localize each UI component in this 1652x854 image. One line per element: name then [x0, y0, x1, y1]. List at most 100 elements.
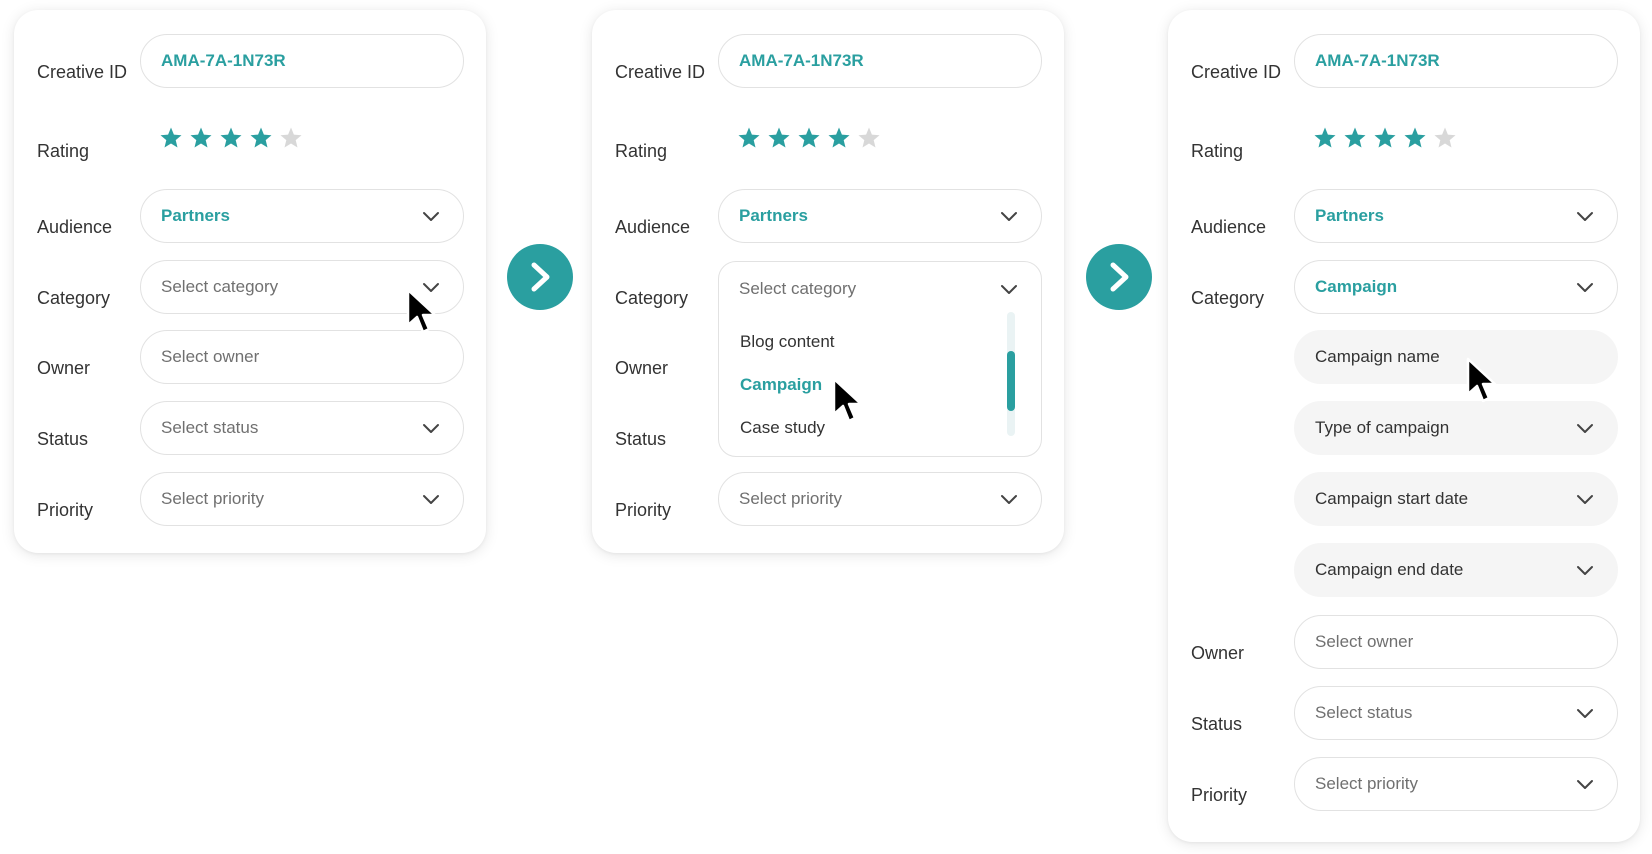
stage: Creative ID AMA-7A-1N73R Rating Audience…	[0, 0, 1652, 854]
chevron-right-icon	[525, 260, 555, 294]
creative-id-field[interactable]: AMA-7A-1N73R	[718, 34, 1042, 88]
form-panel-step-1: Creative ID AMA-7A-1N73R Rating Audience…	[14, 10, 486, 553]
category-label: Category	[1191, 288, 1265, 308]
mouse-cursor-icon	[405, 287, 439, 337]
category-label: Category	[37, 288, 111, 308]
category-option-blog-content[interactable]: Blog content	[740, 332, 835, 352]
owner-label: Owner	[1191, 643, 1245, 663]
audience-value: Partners	[1315, 206, 1384, 225]
chevron-down-icon	[999, 491, 1019, 507]
category-select[interactable]: Campaign	[1294, 260, 1618, 314]
creative-id-value: AMA-7A-1N73R	[1315, 51, 1440, 70]
rating-label: Rating	[1191, 141, 1244, 161]
chevron-down-icon	[421, 491, 441, 507]
audience-label: Audience	[615, 217, 691, 237]
audience-value: Partners	[161, 206, 230, 225]
chevron-down-icon	[421, 420, 441, 436]
next-step-arrow	[1086, 244, 1152, 310]
chevron-down-icon	[999, 208, 1019, 224]
status-label: Status	[1191, 714, 1243, 734]
campaign-type-select[interactable]: Type of campaign	[1294, 401, 1618, 455]
audience-value: Partners	[739, 206, 808, 225]
owner-input[interactable]: Select owner	[140, 330, 464, 384]
owner-input[interactable]: Select owner	[1294, 615, 1618, 669]
campaign-start-placeholder: Campaign start date	[1315, 489, 1469, 508]
chevron-down-icon	[1575, 208, 1595, 224]
priority-placeholder: Select priority	[161, 489, 264, 508]
chevron-down-icon	[999, 281, 1019, 297]
star-filled-icon[interactable]	[767, 126, 791, 150]
category-label: Category	[615, 288, 689, 308]
campaign-end-date-select[interactable]: Campaign end date	[1294, 543, 1618, 597]
priority-select[interactable]: Select priority	[140, 472, 464, 526]
star-empty-icon[interactable]	[1433, 126, 1457, 150]
audience-select[interactable]: Partners	[1294, 189, 1618, 243]
star-filled-icon[interactable]	[1313, 126, 1337, 150]
star-filled-icon[interactable]	[159, 126, 183, 150]
star-filled-icon[interactable]	[797, 126, 821, 150]
audience-label: Audience	[37, 217, 113, 237]
priority-placeholder: Select priority	[1315, 774, 1418, 793]
chevron-down-icon	[1575, 420, 1595, 436]
chevron-down-icon	[1575, 279, 1595, 295]
mouse-cursor-icon	[1465, 356, 1499, 406]
rating-label: Rating	[615, 141, 668, 161]
owner-label: Owner	[37, 358, 91, 378]
campaign-name-input[interactable]: Campaign name	[1294, 330, 1618, 384]
rating-stars[interactable]	[1313, 126, 1457, 150]
star-filled-icon[interactable]	[737, 126, 761, 150]
status-select[interactable]: Select status	[1294, 686, 1618, 740]
campaign-name-placeholder: Campaign name	[1315, 347, 1440, 366]
owner-label: Owner	[615, 358, 669, 378]
priority-placeholder: Select priority	[739, 489, 842, 508]
rating-stars[interactable]	[737, 126, 881, 150]
campaign-end-placeholder: Campaign end date	[1315, 560, 1464, 579]
chevron-right-icon	[1104, 260, 1134, 294]
creative-id-label: Creative ID	[615, 62, 706, 82]
owner-placeholder: Select owner	[161, 347, 260, 366]
audience-label: Audience	[1191, 217, 1267, 237]
star-filled-icon[interactable]	[189, 126, 213, 150]
star-empty-icon[interactable]	[279, 126, 303, 150]
star-filled-icon[interactable]	[219, 126, 243, 150]
priority-select[interactable]: Select priority	[718, 472, 1042, 526]
owner-placeholder: Select owner	[1315, 632, 1414, 651]
audience-select[interactable]: Partners	[718, 189, 1042, 243]
chevron-down-icon	[1575, 562, 1595, 578]
star-filled-icon[interactable]	[1373, 126, 1397, 150]
star-filled-icon[interactable]	[249, 126, 273, 150]
star-filled-icon[interactable]	[1403, 126, 1427, 150]
creative-id-field[interactable]: AMA-7A-1N73R	[1294, 34, 1618, 88]
creative-id-value: AMA-7A-1N73R	[161, 51, 286, 70]
category-value: Campaign	[1315, 277, 1398, 296]
dropdown-scroll-thumb[interactable]	[1007, 351, 1015, 411]
creative-id-label: Creative ID	[37, 62, 128, 82]
category-placeholder: Select category	[161, 277, 279, 296]
campaign-start-date-select[interactable]: Campaign start date	[1294, 472, 1618, 526]
status-label: Status	[615, 429, 667, 449]
creative-id-value: AMA-7A-1N73R	[739, 51, 864, 70]
star-empty-icon[interactable]	[857, 126, 881, 150]
mouse-cursor-icon	[831, 376, 865, 426]
creative-id-label: Creative ID	[1191, 62, 1282, 82]
status-label: Status	[37, 429, 89, 449]
star-filled-icon[interactable]	[827, 126, 851, 150]
category-option-campaign[interactable]: Campaign	[740, 375, 822, 395]
audience-select[interactable]: Partners	[140, 189, 464, 243]
rating-label: Rating	[37, 141, 90, 161]
status-select[interactable]: Select status	[140, 401, 464, 455]
category-dropdown-open[interactable]: Select category Blog content Campaign Ca…	[718, 261, 1042, 457]
campaign-type-placeholder: Type of campaign	[1315, 418, 1450, 437]
form-panel-step-3: Creative ID AMA-7A-1N73R Rating Audience…	[1168, 10, 1640, 842]
category-option-case-study[interactable]: Case study	[740, 418, 825, 438]
rating-stars[interactable]	[159, 126, 303, 150]
form-panel-step-2: Creative ID AMA-7A-1N73R Rating Audience…	[592, 10, 1064, 553]
chevron-down-icon	[421, 208, 441, 224]
category-placeholder: Select category	[739, 279, 857, 298]
priority-label: Priority	[615, 500, 672, 520]
priority-label: Priority	[1191, 785, 1248, 805]
priority-select[interactable]: Select priority	[1294, 757, 1618, 811]
priority-label: Priority	[37, 500, 94, 520]
star-filled-icon[interactable]	[1343, 126, 1367, 150]
creative-id-field[interactable]: AMA-7A-1N73R	[140, 34, 464, 88]
